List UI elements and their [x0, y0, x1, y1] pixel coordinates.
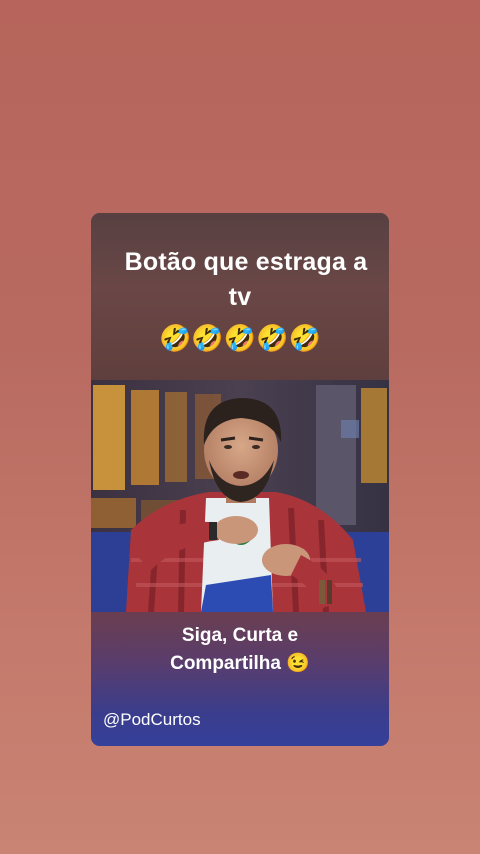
video-frame[interactable]: [91, 380, 389, 612]
call-to-action: Siga, Curta e Compartilha 😉: [91, 622, 389, 678]
caption-line-1: Botão que estraga a: [124, 248, 368, 276]
story-card: Botão que estraga a tv 🤣🤣🤣🤣🤣 Siga, Curta…: [91, 213, 389, 746]
cta-line-2: Compartilha 😉: [170, 653, 310, 674]
cta-line-1: Siga, Curta e: [181, 625, 299, 646]
video-still-image: [91, 380, 389, 612]
account-handle[interactable]: @PodCurtos: [103, 709, 201, 731]
caption-line-2: tv: [228, 283, 252, 311]
story-caption: Botão que estraga a tv: [91, 245, 389, 315]
laughing-emoji-row: 🤣🤣🤣🤣🤣: [159, 323, 321, 353]
